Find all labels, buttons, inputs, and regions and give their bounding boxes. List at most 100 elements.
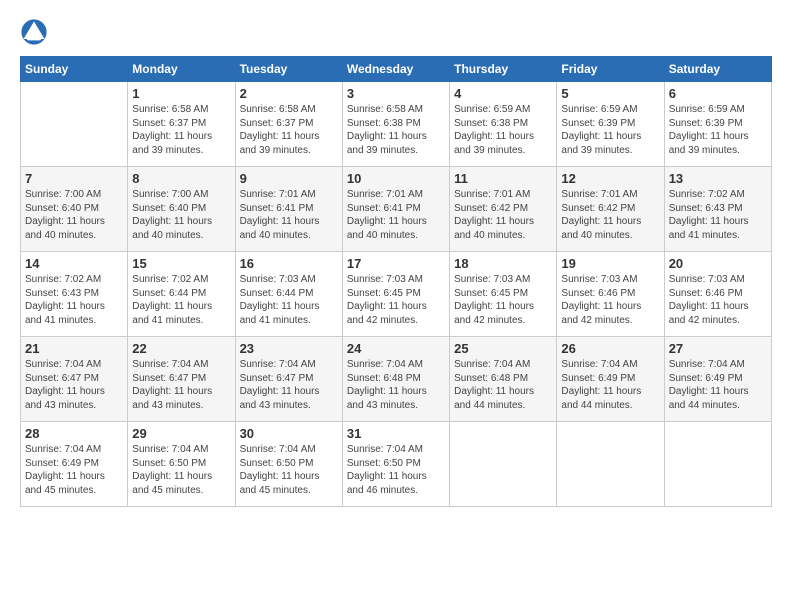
week-row-4: 21 Sunrise: 7:04 AM Sunset: 6:47 PM Dayli… — [21, 337, 772, 422]
day-cell: 2Sunrise: 6:58 AM Sunset: 6:37 PM Daylig… — [235, 82, 342, 167]
day-detail: Sunrise: 7:00 AM Sunset: 6:40 PM Dayligh… — [25, 188, 123, 242]
day-cell: 1Sunrise: 6:58 AM Sunset: 6:37 PM Daylig… — [128, 82, 235, 167]
day-cell: 10Sunrise: 7:01 AM Sunset: 6:41 PM Dayli… — [342, 167, 449, 252]
day-cell: 17 Sunrise: 7:03 AM Sunset: 6:45 PM Dayli… — [342, 252, 449, 337]
day-detail: Sunrise: 7:02 AM Sunset: 6:43 PM Dayligh… — [25, 273, 123, 327]
day-cell: 23 Sunrise: 7:04 AM Sunset: 6:47 PM Dayli… — [235, 337, 342, 422]
day-detail: Sunrise: 7:04 AM Sunset: 6:49 PM Dayligh… — [25, 443, 123, 497]
day-header-friday: Friday — [557, 57, 664, 82]
header — [20, 18, 772, 46]
day-number: 31 — [347, 426, 445, 441]
day-cell: 6Sunrise: 6:59 AM Sunset: 6:39 PM Daylig… — [664, 82, 771, 167]
day-number: 19 — [561, 256, 659, 271]
week-row-5: 28 Sunrise: 7:04 AM Sunset: 6:49 PM Dayli… — [21, 422, 772, 507]
day-detail: Sunrise: 7:02 AM Sunset: 6:44 PM Dayligh… — [132, 273, 230, 327]
day-number: 5 — [561, 86, 659, 101]
day-cell — [21, 82, 128, 167]
day-number: 22 — [132, 341, 230, 356]
day-detail: Sunrise: 7:01 AM Sunset: 6:41 PM Dayligh… — [347, 188, 445, 242]
day-cell: 24Sunrise: 7:04 AM Sunset: 6:48 PM Dayli… — [342, 337, 449, 422]
day-header-thursday: Thursday — [450, 57, 557, 82]
day-detail: Sunrise: 6:59 AM Sunset: 6:39 PM Dayligh… — [561, 103, 659, 157]
day-cell: 19 Sunrise: 7:03 AM Sunset: 6:46 PM Dayli… — [557, 252, 664, 337]
day-number: 16 — [240, 256, 338, 271]
day-number: 14 — [25, 256, 123, 271]
day-cell: 16 Sunrise: 7:03 AM Sunset: 6:44 PM Dayli… — [235, 252, 342, 337]
day-cell: 26 Sunrise: 7:04 AM Sunset: 6:49 PM Dayli… — [557, 337, 664, 422]
day-number: 12 — [561, 171, 659, 186]
day-detail: Sunrise: 7:04 AM Sunset: 6:48 PM Dayligh… — [347, 358, 445, 412]
day-number: 1 — [132, 86, 230, 101]
page: SundayMondayTuesdayWednesdayThursdayFrid… — [0, 0, 792, 517]
calendar-header: SundayMondayTuesdayWednesdayThursdayFrid… — [21, 57, 772, 82]
day-detail: Sunrise: 6:58 AM Sunset: 6:38 PM Dayligh… — [347, 103, 445, 157]
day-cell: 3 Sunrise: 6:58 AM Sunset: 6:38 PM Daylig… — [342, 82, 449, 167]
day-cell: 29 Sunrise: 7:04 AM Sunset: 6:50 PM Dayli… — [128, 422, 235, 507]
day-detail: Sunrise: 7:03 AM Sunset: 6:46 PM Dayligh… — [561, 273, 659, 327]
day-detail: Sunrise: 7:01 AM Sunset: 6:42 PM Dayligh… — [454, 188, 552, 242]
day-number: 29 — [132, 426, 230, 441]
header-row: SundayMondayTuesdayWednesdayThursdayFrid… — [21, 57, 772, 82]
week-row-2: 7Sunrise: 7:00 AM Sunset: 6:40 PM Daylig… — [21, 167, 772, 252]
day-number: 8 — [132, 171, 230, 186]
day-detail: Sunrise: 7:04 AM Sunset: 6:48 PM Dayligh… — [454, 358, 552, 412]
day-cell: 9Sunrise: 7:01 AM Sunset: 6:41 PM Daylig… — [235, 167, 342, 252]
day-header-tuesday: Tuesday — [235, 57, 342, 82]
day-cell — [664, 422, 771, 507]
day-cell: 25 Sunrise: 7:04 AM Sunset: 6:48 PM Dayli… — [450, 337, 557, 422]
day-detail: Sunrise: 7:03 AM Sunset: 6:44 PM Dayligh… — [240, 273, 338, 327]
calendar-body: 1Sunrise: 6:58 AM Sunset: 6:37 PM Daylig… — [21, 82, 772, 507]
day-cell: 11 Sunrise: 7:01 AM Sunset: 6:42 PM Dayli… — [450, 167, 557, 252]
week-row-1: 1Sunrise: 6:58 AM Sunset: 6:37 PM Daylig… — [21, 82, 772, 167]
day-detail: Sunrise: 7:04 AM Sunset: 6:50 PM Dayligh… — [347, 443, 445, 497]
day-number: 2 — [240, 86, 338, 101]
day-cell: 5 Sunrise: 6:59 AM Sunset: 6:39 PM Daylig… — [557, 82, 664, 167]
day-number: 27 — [669, 341, 767, 356]
day-detail: Sunrise: 7:03 AM Sunset: 6:45 PM Dayligh… — [454, 273, 552, 327]
day-cell — [450, 422, 557, 507]
day-number: 3 — [347, 86, 445, 101]
day-cell: 18 Sunrise: 7:03 AM Sunset: 6:45 PM Dayli… — [450, 252, 557, 337]
day-number: 9 — [240, 171, 338, 186]
day-detail: Sunrise: 7:01 AM Sunset: 6:42 PM Dayligh… — [561, 188, 659, 242]
day-number: 25 — [454, 341, 552, 356]
day-number: 11 — [454, 171, 552, 186]
day-number: 20 — [669, 256, 767, 271]
logo-icon — [20, 18, 48, 46]
day-cell: 28 Sunrise: 7:04 AM Sunset: 6:49 PM Dayli… — [21, 422, 128, 507]
day-number: 17 — [347, 256, 445, 271]
day-number: 6 — [669, 86, 767, 101]
day-cell — [557, 422, 664, 507]
day-number: 13 — [669, 171, 767, 186]
day-number: 26 — [561, 341, 659, 356]
day-header-wednesday: Wednesday — [342, 57, 449, 82]
day-header-saturday: Saturday — [664, 57, 771, 82]
day-header-sunday: Sunday — [21, 57, 128, 82]
day-number: 28 — [25, 426, 123, 441]
week-row-3: 14 Sunrise: 7:02 AM Sunset: 6:43 PM Dayli… — [21, 252, 772, 337]
day-detail: Sunrise: 7:04 AM Sunset: 6:50 PM Dayligh… — [132, 443, 230, 497]
day-number: 30 — [240, 426, 338, 441]
day-detail: Sunrise: 6:59 AM Sunset: 6:38 PM Dayligh… — [454, 103, 552, 157]
day-detail: Sunrise: 7:03 AM Sunset: 6:45 PM Dayligh… — [347, 273, 445, 327]
day-number: 21 — [25, 341, 123, 356]
day-detail: Sunrise: 7:04 AM Sunset: 6:50 PM Dayligh… — [240, 443, 338, 497]
day-cell: 21Sunrise: 7:04 AM Sunset: 6:47 PM Dayli… — [21, 337, 128, 422]
day-detail: Sunrise: 7:04 AM Sunset: 6:47 PM Dayligh… — [240, 358, 338, 412]
day-detail: Sunrise: 7:03 AM Sunset: 6:46 PM Dayligh… — [669, 273, 767, 327]
day-cell: 15Sunrise: 7:02 AM Sunset: 6:44 PM Dayli… — [128, 252, 235, 337]
day-cell: 12 Sunrise: 7:01 AM Sunset: 6:42 PM Dayli… — [557, 167, 664, 252]
day-number: 23 — [240, 341, 338, 356]
day-cell: 8Sunrise: 7:00 AM Sunset: 6:40 PM Daylig… — [128, 167, 235, 252]
day-detail: Sunrise: 7:04 AM Sunset: 6:49 PM Dayligh… — [669, 358, 767, 412]
day-cell: 27 Sunrise: 7:04 AM Sunset: 6:49 PM Dayli… — [664, 337, 771, 422]
day-cell: 22Sunrise: 7:04 AM Sunset: 6:47 PM Dayli… — [128, 337, 235, 422]
day-cell: 14 Sunrise: 7:02 AM Sunset: 6:43 PM Dayli… — [21, 252, 128, 337]
day-detail: Sunrise: 7:04 AM Sunset: 6:49 PM Dayligh… — [561, 358, 659, 412]
day-cell: 20 Sunrise: 7:03 AM Sunset: 6:46 PM Dayli… — [664, 252, 771, 337]
day-cell: 30 Sunrise: 7:04 AM Sunset: 6:50 PM Dayli… — [235, 422, 342, 507]
day-header-monday: Monday — [128, 57, 235, 82]
day-detail: Sunrise: 7:02 AM Sunset: 6:43 PM Dayligh… — [669, 188, 767, 242]
logo — [20, 18, 52, 46]
day-number: 18 — [454, 256, 552, 271]
